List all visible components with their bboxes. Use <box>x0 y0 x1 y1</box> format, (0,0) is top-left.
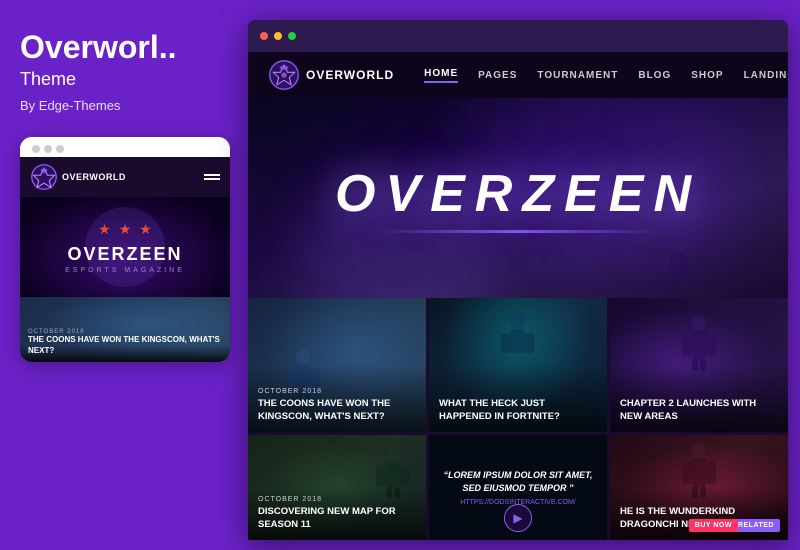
nav-link-pages[interactable]: PAGES <box>478 70 517 81</box>
articles-row-2: OCTOBER 2018 DISCOVERING NEW MAP FOR SEA… <box>248 435 788 540</box>
mobile-article-title: THE COONS HAVE WON THE KINGSCON, WHAT'S … <box>28 335 222 356</box>
theme-title: Overworl.. <box>20 30 228 65</box>
mobile-hero-stars: ★ ★ ★ <box>98 221 152 238</box>
mobile-hamburger-icon[interactable] <box>204 174 220 180</box>
article-2-content: WHAT THE HECK JUST HAPPENED IN FORTNITE? <box>429 390 607 432</box>
mobile-logo-area: OVERWORLD <box>30 163 126 191</box>
article-card-6[interactable]: HE IS THE WUNDERKIND DRAGONCHI NEEDED RE… <box>610 435 788 540</box>
article-4-date: OCTOBER 2018 <box>258 496 416 503</box>
article-1-content: OCTOBER 2018 THE COONS HAVE WON THE KING… <box>248 380 426 432</box>
mobile-preview-card: OVERWORLD ★ ★ ★ OVERZEEN ESPORTS MAGAZIN… <box>20 137 230 362</box>
hero-section: OVERZEEN <box>248 98 788 298</box>
mobile-dot-2 <box>44 145 52 153</box>
article-2-title: WHAT THE HECK JUST HAPPENED IN FORTNITE? <box>439 398 597 424</box>
arrow-right-icon: ▶ <box>513 511 522 525</box>
browser-dot-green[interactable] <box>288 32 296 40</box>
mobile-article-content: OCTOBER 2018 THE COONS HAVE WON THE KING… <box>20 323 230 362</box>
star-3: ★ <box>139 221 152 238</box>
star-2: ★ <box>119 221 132 238</box>
article-5-quote: “LOREM IPSUM DOLOR SIT AMET, SED EIUSMOD… <box>439 469 597 494</box>
nav-link-home[interactable]: HOME <box>424 68 458 83</box>
nav-links: HOME PAGES TOURNAMENT BLOG SHOP LANDING <box>424 68 788 83</box>
article-3-title: CHAPTER 2 LAUNCHES WITH NEW AREAS <box>620 398 778 424</box>
hero-title: OVERZEEN <box>335 164 701 233</box>
theme-subtitle: Theme <box>20 69 228 90</box>
nav-link-tournament[interactable]: TOURNAMENT <box>537 70 618 81</box>
browser-dot-yellow[interactable] <box>274 32 282 40</box>
mobile-article-preview: OCTOBER 2018 THE COONS HAVE WON THE KING… <box>20 297 230 362</box>
site-logo-text: OVERWORLD <box>306 68 394 82</box>
mobile-dot-1 <box>32 145 40 153</box>
article-card-2[interactable]: WHAT THE HECK JUST HAPPENED IN FORTNITE? <box>429 298 607 432</box>
mobile-hero-sub: ESPORTS MAGAZINE <box>65 267 185 274</box>
article-card-1[interactable]: OCTOBER 2018 THE COONS HAVE WON THE KING… <box>248 298 426 432</box>
mobile-logo-icon <box>30 163 58 191</box>
left-panel: Overworl.. Theme By Edge-Themes OVERWORL… <box>0 0 248 550</box>
article-1-title: THE COONS HAVE WON THE KINGSCON, WHAT'S … <box>258 398 416 424</box>
nav-link-landing[interactable]: LANDING <box>744 70 788 81</box>
article-card-4[interactable]: OCTOBER 2018 DISCOVERING NEW MAP FOR SEA… <box>248 435 426 540</box>
article-card-3[interactable]: CHAPTER 2 LAUNCHES WITH NEW AREAS <box>610 298 788 432</box>
theme-author: By Edge-Themes <box>20 98 228 113</box>
article-card-5[interactable]: “LOREM IPSUM DOLOR SIT AMET, SED EIUSMOD… <box>429 435 607 540</box>
site-logo-icon <box>268 59 300 91</box>
browser-dot-red[interactable] <box>260 32 268 40</box>
article-3-content: CHAPTER 2 LAUNCHES WITH NEW AREAS <box>610 390 788 432</box>
mobile-hero: ★ ★ ★ OVERZEEN ESPORTS MAGAZINE <box>20 197 230 297</box>
article-4-content: OCTOBER 2018 DISCOVERING NEW MAP FOR SEA… <box>248 488 426 540</box>
nav-link-shop[interactable]: SHOP <box>691 70 723 81</box>
articles-row-1: OCTOBER 2018 THE COONS HAVE WON THE KING… <box>248 298 788 432</box>
site-logo-area: OVERWORLD <box>268 59 394 91</box>
mobile-dot-3 <box>56 145 64 153</box>
site-nav: OVERWORLD HOME PAGES TOURNAMENT BLOG SHO… <box>248 52 788 98</box>
mobile-logo-text: OVERWORLD <box>62 172 126 182</box>
buy-now-badge[interactable]: BUY NOW <box>689 519 738 532</box>
article-5-arrow-button[interactable]: ▶ <box>504 504 532 532</box>
browser-panel: OVERWORLD HOME PAGES TOURNAMENT BLOG SHO… <box>248 20 788 540</box>
related-badge[interactable]: RELATED <box>732 519 780 532</box>
browser-chrome <box>248 20 788 52</box>
hero-underline <box>378 230 658 233</box>
article-1-date: OCTOBER 2018 <box>258 388 416 395</box>
nav-link-blog[interactable]: BLOG <box>638 70 671 81</box>
article-4-title: DISCOVERING NEW MAP FOR SEASON 11 <box>258 506 416 532</box>
star-1: ★ <box>98 221 111 238</box>
mobile-hero-title: OVERZEEN <box>67 244 182 265</box>
mobile-card-header <box>20 137 230 157</box>
mobile-nav: OVERWORLD <box>20 157 230 197</box>
